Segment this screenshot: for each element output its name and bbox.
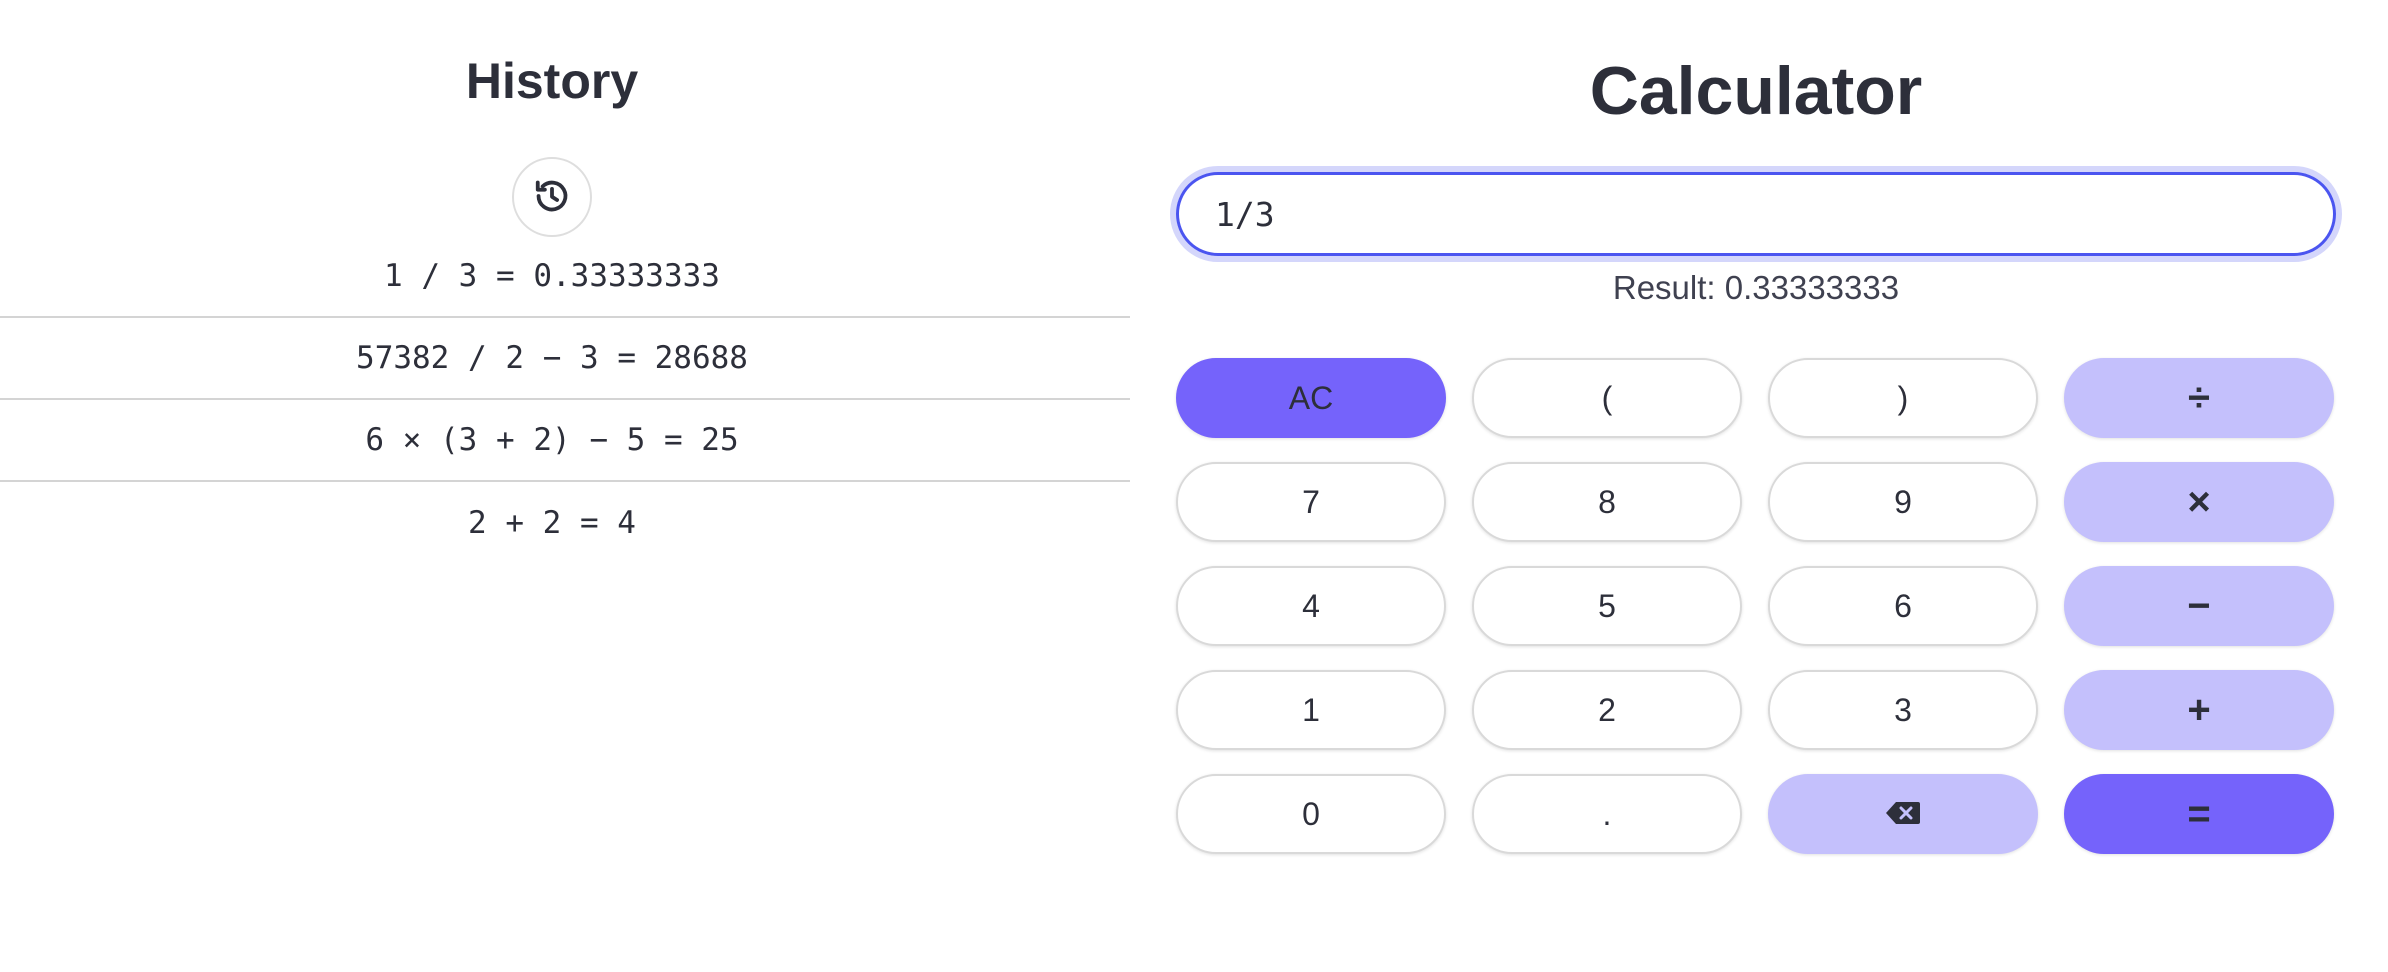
calculator-panel: Calculator Result: 0.33333333 AC ( ) ÷ 7… xyxy=(1176,0,2336,972)
keypad: AC ( ) ÷ 7 8 9 × 4 5 6 − 1 2 3 + 0 . = xyxy=(1176,358,2336,854)
digit-9-button[interactable]: 9 xyxy=(1768,462,2038,542)
digit-5-button[interactable]: 5 xyxy=(1472,566,1742,646)
close-paren-button[interactable]: ) xyxy=(1768,358,2038,438)
history-entry[interactable]: 6 × (3 + 2) − 5 = 25 xyxy=(0,400,1130,482)
calculator-title: Calculator xyxy=(1589,53,1923,129)
expression-input[interactable] xyxy=(1176,172,2336,256)
digit-4-button[interactable]: 4 xyxy=(1176,566,1446,646)
digit-8-button[interactable]: 8 xyxy=(1472,462,1742,542)
expression-field-wrapper xyxy=(1176,172,2336,256)
digit-7-button[interactable]: 7 xyxy=(1176,462,1446,542)
digit-1-button[interactable]: 1 xyxy=(1176,670,1446,750)
history-title: History xyxy=(465,53,639,109)
digit-0-button[interactable]: 0 xyxy=(1176,774,1446,854)
clear-button[interactable]: AC xyxy=(1176,358,1446,438)
result-text: Result: 0.33333333 xyxy=(1612,269,1900,306)
history-panel: History 1 / 3 = 0.33333333 57382 / 2 − 3… xyxy=(0,0,1130,972)
backspace-icon xyxy=(1884,792,1922,837)
backspace-button[interactable] xyxy=(1768,774,2038,854)
subtract-button[interactable]: − xyxy=(2064,566,2334,646)
history-entry[interactable]: 57382 / 2 − 3 = 28688 xyxy=(0,318,1130,400)
history-entry[interactable]: 1 / 3 = 0.33333333 xyxy=(0,236,1130,318)
history-button[interactable] xyxy=(512,157,592,237)
digit-6-button[interactable]: 6 xyxy=(1768,566,2038,646)
multiply-button[interactable]: × xyxy=(2064,462,2334,542)
add-button[interactable]: + xyxy=(2064,670,2334,750)
digit-2-button[interactable]: 2 xyxy=(1472,670,1742,750)
history-entry[interactable]: 2 + 2 = 4 xyxy=(0,482,1130,564)
history-list: 1 / 3 = 0.33333333 57382 / 2 − 3 = 28688… xyxy=(0,236,1130,564)
open-paren-button[interactable]: ( xyxy=(1472,358,1742,438)
digit-3-button[interactable]: 3 xyxy=(1768,670,2038,750)
divide-button[interactable]: ÷ xyxy=(2064,358,2334,438)
equals-button[interactable]: = xyxy=(2064,774,2334,854)
page: History 1 / 3 = 0.33333333 57382 / 2 − 3… xyxy=(0,0,2388,972)
history-icon xyxy=(533,177,571,218)
decimal-button[interactable]: . xyxy=(1472,774,1742,854)
